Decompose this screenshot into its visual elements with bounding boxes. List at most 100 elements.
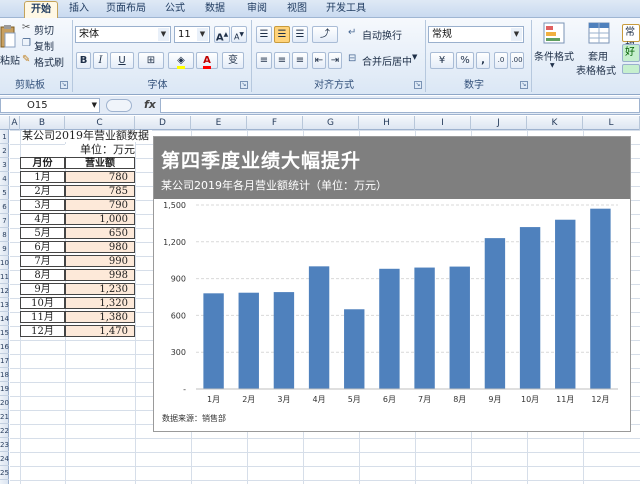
format-as-table-button[interactable]: 套用 表格格式 [576,22,620,78]
row-header[interactable]: 11 [0,270,9,284]
bar[interactable] [449,266,470,389]
bar[interactable] [555,219,576,389]
align-middle-button[interactable]: ☰ [274,26,290,43]
row-header[interactable]: 15 [0,326,9,340]
bar[interactable] [238,292,259,389]
row-header[interactable]: 12 [0,284,9,298]
table-cell-month[interactable]: 11月 [20,311,65,323]
number-format-combo[interactable]: 常规 ▼ [428,26,524,43]
table-cell-value[interactable]: 1,380 [65,311,135,323]
chevron-down-icon[interactable]: ▼ [511,28,522,41]
name-box[interactable]: O15 ▼ [0,98,100,113]
table-cell-value[interactable]: 780 [65,171,135,183]
column-header[interactable]: J [471,116,527,130]
row-header[interactable]: 22 [0,424,9,438]
number-launcher-icon[interactable]: ↘ [520,81,528,89]
chart[interactable]: 第四季度业绩大幅提升 某公司2019年各月营业额统计（单位：万元） - 300 60… [153,136,631,432]
merge-center-button[interactable]: ⊟ 合并后居中 ▼ [348,53,422,68]
row-header[interactable]: 6 [0,200,9,214]
tab-data[interactable]: 数据 [198,1,232,18]
header-month[interactable]: 月份 [20,157,65,169]
tab-insert[interactable]: 插入 [62,1,96,18]
alignment-launcher-icon[interactable]: ↘ [414,81,422,89]
shrink-font-button[interactable]: A▼ [231,26,247,43]
bar[interactable] [590,208,611,389]
bar[interactable] [308,266,330,389]
row-header[interactable]: 14 [0,312,9,326]
table-cell-value[interactable]: 1,000 [65,213,135,225]
sheet-title[interactable]: 某公司2019年营业额数据 [22,130,152,142]
sheet-unit[interactable]: 单位：万元 [65,144,135,156]
row-header[interactable]: 24 [0,452,9,466]
table-cell-month[interactable]: 8月 [20,269,65,281]
table-cell-month[interactable]: 12月 [20,325,65,337]
italic-button[interactable]: I [93,52,108,69]
underline-button[interactable]: U [110,52,134,69]
table-cell-value[interactable]: 980 [65,241,135,253]
chevron-down-icon[interactable]: ▼ [412,53,417,61]
row-header[interactable]: 17 [0,354,9,368]
font-name-combo[interactable]: 宋体 ▼ [75,26,171,43]
column-header[interactable]: I [415,116,471,130]
row-header[interactable]: 2 [0,144,9,158]
bar[interactable] [519,227,541,389]
column-header[interactable]: C [65,116,135,130]
cell-style-normal[interactable]: 常规 [622,24,640,53]
tab-developer[interactable]: 开发工具 [322,1,370,18]
row-header[interactable]: 7 [0,214,9,228]
row-header[interactable]: 20 [0,396,9,410]
row-header[interactable]: 10 [0,256,9,270]
decrease-indent-button[interactable]: ⇤ [312,52,326,69]
chart-subtitle[interactable]: 某公司2019年各月营业额统计（单位：万元） [161,177,387,193]
bar[interactable] [484,238,506,389]
cell-style-gallery[interactable] [622,64,640,74]
table-cell-value[interactable]: 1,230 [65,283,135,295]
chart-source[interactable]: 数据来源：销售部 [162,413,226,424]
row-header[interactable]: 23 [0,438,9,452]
row-header[interactable]: 5 [0,186,9,200]
format-painter-button[interactable]: ✎ 格式刷 [22,54,68,69]
increase-decimal-button[interactable]: .0 [494,52,508,69]
row-header[interactable]: 16 [0,340,9,354]
table-cell-value[interactable]: 990 [65,255,135,267]
bar[interactable] [379,268,400,389]
borders-button[interactable]: ⊞ [138,52,164,69]
column-header[interactable]: B [20,116,65,130]
chevron-down-icon[interactable]: ▼ [197,28,208,41]
chart-title[interactable]: 第四季度业绩大幅提升 [161,146,361,173]
table-cell-month[interactable]: 9月 [20,283,65,295]
column-header[interactable]: D [135,116,191,130]
table-cell-month[interactable]: 5月 [20,227,65,239]
row-header[interactable]: 9 [0,242,9,256]
font-size-combo[interactable]: 11 ▼ [174,26,210,43]
column-header[interactable]: K [527,116,583,130]
table-cell-month[interactable]: 4月 [20,213,65,225]
table-cell-month[interactable]: 1月 [20,171,65,183]
bar[interactable] [273,292,295,389]
font-launcher-icon[interactable]: ↘ [240,81,248,89]
phonetic-button[interactable]: 变 [222,52,244,69]
align-center-button[interactable]: ≡ [274,52,290,69]
clipboard-launcher-icon[interactable]: ↘ [60,81,68,89]
percent-button[interactable]: % [456,52,474,69]
row-header[interactable]: 3 [0,158,9,172]
row-header[interactable]: 25 [0,466,9,480]
conditional-format-button[interactable]: 条件格式 ▼ [534,22,574,78]
currency-button[interactable]: ¥ [430,52,454,69]
table-cell-month[interactable]: 2月 [20,185,65,197]
table-cell-value[interactable]: 1,470 [65,325,135,337]
align-right-button[interactable]: ≡ [292,52,308,69]
increase-indent-button[interactable]: ⇥ [328,52,342,69]
formula-bar-resize-icon[interactable] [106,99,132,112]
bar[interactable] [203,293,224,389]
column-header[interactable]: A [10,116,20,130]
row-header[interactable]: 8 [0,228,9,242]
tab-review[interactable]: 审阅 [240,1,274,18]
bold-button[interactable]: B [76,52,91,69]
column-header[interactable]: F [247,116,303,130]
align-bottom-button[interactable]: ☰ [292,26,308,43]
table-cell-value[interactable]: 650 [65,227,135,239]
column-header[interactable]: L [583,116,640,130]
chevron-down-icon[interactable]: ▼ [158,28,169,41]
bar[interactable] [414,267,435,389]
